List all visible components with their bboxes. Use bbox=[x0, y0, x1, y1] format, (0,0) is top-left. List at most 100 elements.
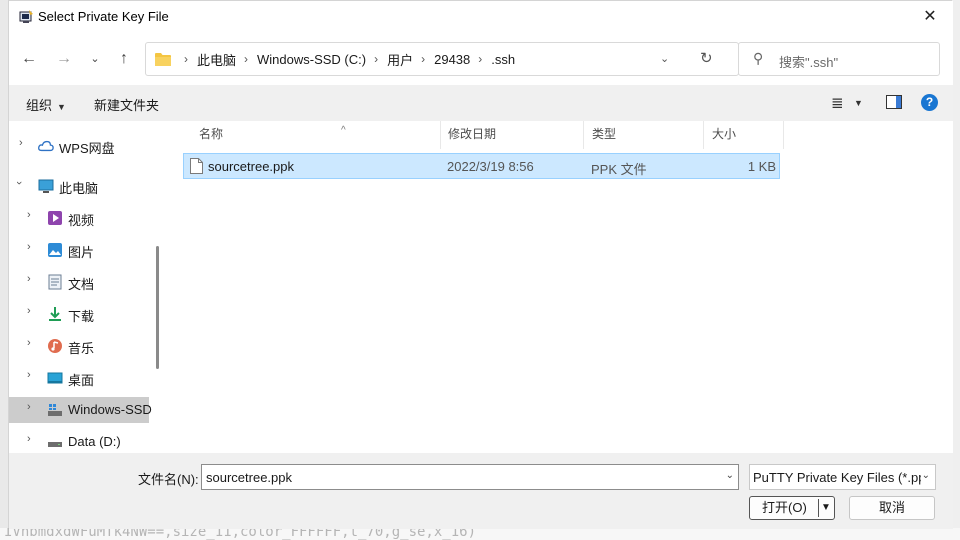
sidebar-item-label: 桌面 bbox=[68, 373, 95, 388]
open-button-label: 打开(O) bbox=[762, 500, 807, 515]
sidebar-item-downloads[interactable]: › 下载 bbox=[9, 301, 149, 327]
sidebar-item-data-d[interactable]: › Data (D:) bbox=[9, 429, 149, 453]
chevron-right-icon: › bbox=[421, 52, 426, 66]
back-button[interactable]: ← bbox=[15, 45, 43, 73]
folder-icon bbox=[155, 53, 171, 66]
breadcrumb-this-pc[interactable]: 此电脑 bbox=[197, 50, 236, 69]
chevron-right-icon: › bbox=[27, 369, 31, 381]
recent-locations-button[interactable]: ⌄ bbox=[81, 45, 109, 73]
new-folder-label: 新建文件夹 bbox=[94, 98, 160, 113]
sidebar-item-label: 视频 bbox=[68, 213, 95, 228]
filename-field[interactable]: sourcetree.ppk ⌄ bbox=[201, 464, 739, 490]
chevron-right-icon: › bbox=[27, 209, 31, 221]
file-icon bbox=[190, 158, 203, 174]
split-divider bbox=[818, 499, 819, 517]
download-icon bbox=[49, 307, 61, 321]
chevron-right-icon: › bbox=[27, 241, 31, 253]
arrow-up-icon: ↑ bbox=[120, 50, 128, 67]
sidebar-item-desktop[interactable]: › 桌面 bbox=[9, 365, 149, 391]
sidebar-item-pictures[interactable]: › 图片 bbox=[9, 237, 149, 263]
search-box[interactable]: ⚲ 搜索".ssh" bbox=[738, 42, 940, 76]
file-modified: 2022/3/19 8:56 bbox=[447, 159, 534, 174]
chevron-right-icon: › bbox=[27, 337, 31, 349]
document-icon bbox=[48, 274, 62, 290]
chevron-down-icon: ⌄ bbox=[921, 470, 930, 481]
preview-pane-icon[interactable] bbox=[886, 95, 902, 113]
organize-button[interactable]: 组织 ▼ bbox=[26, 95, 66, 114]
title-bar: Select Private Key File ✕ bbox=[9, 1, 953, 33]
file-size: 1 KB bbox=[747, 159, 776, 174]
arrow-left-icon: ← bbox=[21, 50, 37, 67]
breadcrumb-c-drive[interactable]: Windows-SSD (C:) bbox=[257, 52, 366, 67]
cloud-icon bbox=[38, 140, 54, 152]
chevron-down-icon: ⌄ bbox=[90, 53, 100, 65]
putty-app-icon bbox=[19, 10, 33, 23]
search-icon: ⚲ bbox=[753, 50, 764, 66]
chevron-right-icon: › bbox=[19, 137, 23, 149]
file-type-select[interactable]: PuTTY Private Key Files (*.ppk) ⌄ bbox=[749, 464, 936, 490]
file-name: sourcetree.ppk bbox=[208, 159, 294, 174]
breadcrumb: › 此电脑 › Windows-SSD (C:) › 用户 › 29438 › … bbox=[176, 43, 515, 75]
dialog-footer: 文件名(N): sourcetree.ppk ⌄ PuTTY Private K… bbox=[9, 453, 953, 529]
caret-down-icon[interactable]: ▼ bbox=[854, 98, 863, 108]
forward-button[interactable]: → bbox=[50, 45, 78, 73]
help-icon[interactable]: ? bbox=[921, 94, 938, 111]
sidebar-item-windows-ssd[interactable]: › Windows-SSD bbox=[9, 397, 152, 423]
open-button[interactable]: 打开(O) ▼ bbox=[749, 496, 835, 520]
chevron-right-icon: › bbox=[27, 433, 31, 445]
filename-value: sourcetree.ppk bbox=[206, 470, 292, 485]
chevron-down-icon[interactable]: ⌄ bbox=[726, 470, 734, 481]
background-app-left bbox=[0, 0, 8, 540]
chevron-right-icon: › bbox=[27, 273, 31, 285]
organize-label: 组织 bbox=[26, 98, 53, 113]
background-app-right bbox=[952, 0, 960, 540]
column-header-size[interactable]: 大小 bbox=[704, 121, 784, 149]
column-header-modified[interactable]: 修改日期 bbox=[440, 121, 584, 149]
chevron-right-icon: › bbox=[244, 52, 249, 66]
new-folder-button[interactable]: 新建文件夹 bbox=[94, 95, 159, 114]
sidebar-item-documents[interactable]: › 文档 bbox=[9, 269, 149, 295]
filename-label: 文件名(N): bbox=[138, 472, 199, 487]
cancel-button-label: 取消 bbox=[878, 500, 905, 515]
navigation-pane: › WPS网盘 › 此电脑 › 视频 › 图片 › 文档 › 下载 › 音乐 ›… bbox=[9, 121, 164, 453]
file-dialog: Select Private Key File ✕ ← → ⌄ ↑ › 此电脑 … bbox=[8, 0, 953, 529]
background-text: IVnbmdxdWFuMTk4NW==,size_11,color_FFFFFF… bbox=[4, 528, 477, 540]
sidebar-item-label: Data (D:) bbox=[68, 434, 121, 449]
file-list: 名称 ^ 修改日期 类型 大小 sourcetree.ppk 2022/3/19… bbox=[164, 121, 953, 453]
column-header-name[interactable]: 名称 ^ bbox=[191, 121, 441, 149]
close-button[interactable]: ✕ bbox=[907, 1, 953, 33]
cancel-button[interactable]: 取消 bbox=[849, 496, 935, 520]
breadcrumb-ssh[interactable]: .ssh bbox=[491, 52, 515, 67]
chevron-right-icon: › bbox=[374, 52, 379, 66]
sidebar-item-label: 图片 bbox=[68, 245, 95, 260]
breadcrumb-user-folder[interactable]: 29438 bbox=[434, 52, 470, 67]
sidebar-item-label: Windows-SSD bbox=[68, 402, 152, 417]
close-icon: ✕ bbox=[923, 8, 937, 25]
address-bar[interactable]: › 此电脑 › Windows-SSD (C:) › 用户 › 29438 › … bbox=[145, 42, 739, 76]
background-app-bottom: IVnbmdxdWFuMTk4NW==,size_11,color_FFFFFF… bbox=[0, 528, 960, 540]
video-icon bbox=[48, 211, 62, 225]
up-button[interactable]: ↑ bbox=[110, 45, 138, 73]
chevron-right-icon: › bbox=[184, 52, 188, 66]
refresh-icon[interactable]: ↻ bbox=[700, 43, 713, 75]
sidebar-scrollbar[interactable] bbox=[156, 246, 159, 369]
column-header-type[interactable]: 类型 bbox=[584, 121, 704, 149]
sidebar-item-music[interactable]: › 音乐 bbox=[9, 333, 149, 359]
command-bar: 组织 ▼ 新建文件夹 ≣ ▼ ? bbox=[9, 85, 953, 121]
breadcrumb-users[interactable]: 用户 bbox=[387, 50, 413, 69]
desktop-icon bbox=[47, 372, 63, 384]
music-icon bbox=[48, 339, 62, 353]
arrow-right-icon: → bbox=[56, 50, 72, 67]
sidebar-item-this-pc[interactable]: › 此电脑 bbox=[9, 173, 149, 199]
sidebar-item-wps-cloud[interactable]: › WPS网盘 bbox=[9, 133, 149, 159]
picture-icon bbox=[48, 243, 62, 257]
chevron-down-icon: › bbox=[12, 181, 25, 185]
table-row[interactable]: sourcetree.ppk 2022/3/19 8:56 PPK 文件 1 K… bbox=[183, 153, 780, 179]
sidebar-item-videos[interactable]: › 视频 bbox=[9, 205, 149, 231]
view-list-icon[interactable]: ≣ bbox=[831, 94, 844, 112]
caret-down-icon[interactable]: ▼ bbox=[821, 497, 831, 519]
drive-icon bbox=[48, 404, 62, 416]
address-history-dropdown[interactable]: ⌄ bbox=[660, 43, 669, 75]
sidebar-item-label: 音乐 bbox=[68, 341, 95, 356]
chevron-right-icon: › bbox=[478, 52, 483, 66]
